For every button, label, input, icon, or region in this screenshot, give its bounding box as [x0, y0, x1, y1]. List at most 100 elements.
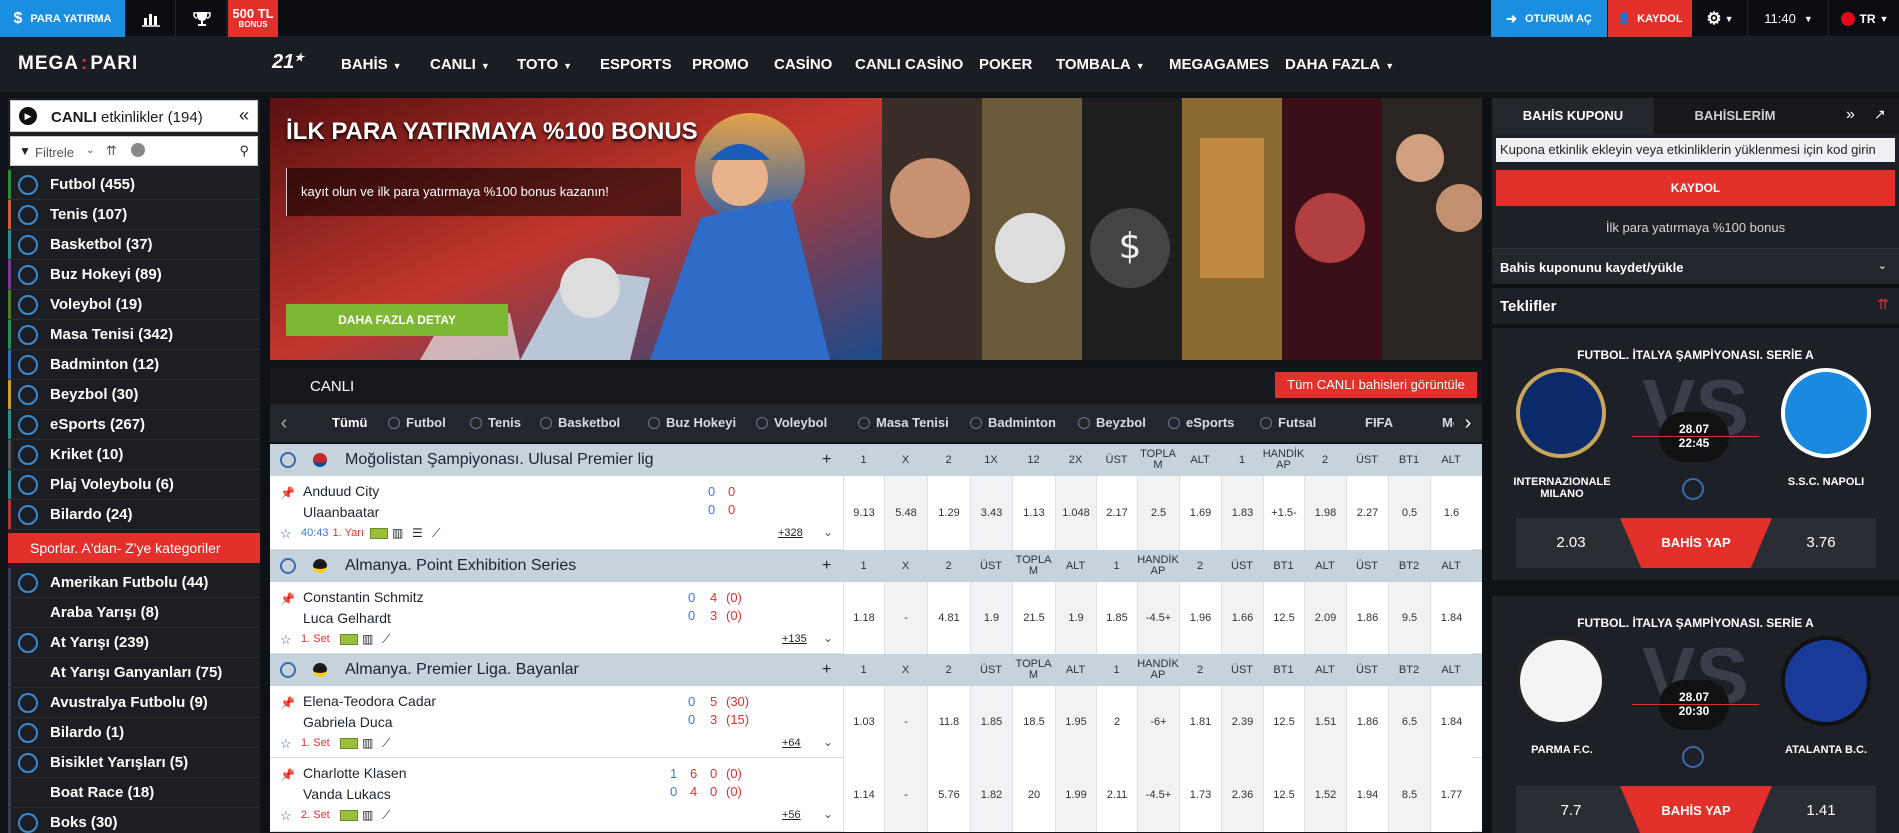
league-expand-plus[interactable]: +: [822, 661, 831, 679]
odds-cell[interactable]: -4.5+: [1137, 582, 1179, 654]
odds-cell[interactable]: 1.98: [1304, 476, 1346, 550]
odds-cell[interactable]: 1.18: [843, 582, 884, 654]
odds-cell[interactable]: 1.51: [1304, 686, 1346, 758]
odds-cell[interactable]: 1.85: [1096, 582, 1137, 654]
sidebar-sport-item[interactable]: Buz Hokeyi (89): [8, 260, 260, 290]
filter-icon[interactable]: ▼: [19, 144, 31, 158]
coupon-register-button[interactable]: KAYDOL: [1496, 170, 1895, 206]
odds-cell[interactable]: 1.66: [1221, 582, 1263, 654]
trend-icon[interactable]: ⟋: [382, 736, 390, 751]
pin-icon[interactable]: 📌: [280, 592, 295, 606]
favorite-star-icon[interactable]: ☆: [280, 808, 292, 824]
sidebar-sport-item[interactable]: Beyzbol (30): [8, 380, 260, 410]
collapse-icon[interactable]: «: [239, 105, 249, 126]
sidebar-sport-item[interactable]: Amerikan Futbolu (44): [8, 568, 260, 598]
settings-button[interactable]: ⚙ ▼: [1693, 0, 1748, 37]
nav-tombala[interactable]: TOMBALA ▼: [1056, 37, 1145, 92]
odds-cell[interactable]: 1.13: [1012, 476, 1055, 550]
pin-icon[interactable]: 📌: [280, 696, 295, 710]
sidebar-sport-item[interactable]: Boks (30): [8, 808, 260, 833]
sidebar-sport-item[interactable]: Tenis (107): [8, 200, 260, 230]
league-header[interactable]: Moğolistan Şampiyonası. Ulusal Premier l…: [270, 444, 1482, 476]
odds-cell[interactable]: 1.77: [1430, 758, 1472, 832]
league-expand-plus[interactable]: +: [822, 557, 831, 575]
tab-my-bets[interactable]: BAHİSLERİM: [1654, 98, 1816, 134]
save-load-coupon[interactable]: Bahis kuponunu kaydet/yükle ⌄: [1492, 248, 1899, 284]
sidebar-sport-item[interactable]: Araba Yarışı (8): [8, 598, 260, 628]
match-row[interactable]: 📌 Charlotte Klasen Vanda Lukacs 1 6 0 (0) 0 4 0 (0…: [270, 758, 1482, 832]
odds-cell[interactable]: 21.5: [1012, 582, 1055, 654]
match-row[interactable]: 📌 Anduud City Ulaanbaatar 0 0 0 0 ☆ 40:43 1. Yarı…: [270, 476, 1482, 550]
trend-icon[interactable]: ⟋: [382, 808, 390, 823]
nav-canli-casino[interactable]: CANLI CASİNO: [855, 37, 963, 92]
odds-cell[interactable]: 12.5: [1263, 582, 1304, 654]
sport-tab[interactable]: eSports: [1168, 404, 1234, 442]
sidebar-sport-item[interactable]: Boat Race (18): [8, 778, 260, 808]
odds-cell[interactable]: 1.94: [1346, 758, 1388, 832]
odds-cell[interactable]: 1.86: [1346, 686, 1388, 758]
register-button[interactable]: 👤 KAYDOL: [1608, 0, 1692, 37]
chevron-down-icon[interactable]: ⌄: [823, 735, 833, 749]
offer-odd-2[interactable]: 3.76: [1766, 518, 1876, 568]
more-markets-link[interactable]: +328: [778, 527, 803, 539]
expand-icon[interactable]: »: [1846, 106, 1855, 124]
field-icon[interactable]: [340, 634, 358, 645]
favorite-star-icon[interactable]: ☆: [280, 632, 292, 648]
odds-cell[interactable]: -: [884, 582, 927, 654]
field-icon[interactable]: [340, 738, 358, 749]
coupon-code-input[interactable]: Kupona etkinlik ekleyin veya etkinlikler…: [1496, 138, 1895, 162]
sidebar-sport-item[interactable]: eSports (267): [8, 410, 260, 440]
sport-tab[interactable]: Basketbol: [540, 404, 620, 442]
sport-tab[interactable]: Tenis: [470, 404, 521, 442]
more-markets-link[interactable]: +64: [782, 737, 801, 749]
more-markets-link[interactable]: +56: [782, 809, 801, 821]
nav-daha-fazla[interactable]: DAHA FAZLA ▼: [1285, 37, 1394, 92]
nav-poker[interactable]: POKER: [979, 37, 1032, 92]
pin-icon[interactable]: 📌: [280, 486, 295, 500]
odds-cell[interactable]: 5.48: [884, 476, 927, 550]
odds-cell[interactable]: 2.27: [1346, 476, 1388, 550]
match-row[interactable]: 📌 Constantin Schmitz Luca Gelhardt 0 4 (0) 0 3 (…: [270, 582, 1482, 654]
more-markets-link[interactable]: +135: [782, 633, 807, 645]
nav-esports[interactable]: ESPORTS: [600, 37, 672, 92]
sport-tab[interactable]: Beyzbol: [1078, 404, 1146, 442]
login-button[interactable]: ➜ OTURUM AÇ: [1491, 0, 1607, 37]
21-badge[interactable]: 21★: [272, 51, 304, 74]
sidebar-sport-item[interactable]: Bilardo (24): [8, 500, 260, 530]
double-chevron-up-icon[interactable]: ⇈: [106, 143, 117, 159]
match-row[interactable]: 📌 Elena-Teodora Cadar Gabriela Duca 0 5 (30) 0…: [270, 686, 1482, 758]
chevron-down-icon[interactable]: ⌄: [823, 525, 833, 539]
chevron-down-icon[interactable]: ⌄: [86, 145, 94, 156]
nav-casino[interactable]: CASİNO: [774, 37, 832, 92]
stats-icon[interactable]: ▥: [362, 632, 373, 646]
sidebar-sport-item[interactable]: Futbol (455): [8, 170, 260, 200]
nav-megagames[interactable]: MEGAGAMES: [1169, 37, 1269, 92]
odds-cell[interactable]: 1.29: [927, 476, 970, 550]
odds-cell[interactable]: 2.39: [1221, 686, 1263, 758]
tabs-next-arrow[interactable]: ›: [1454, 404, 1482, 442]
offer-odd-1[interactable]: 7.7: [1516, 786, 1626, 833]
sidebar-sport-item[interactable]: At Yarışı (239): [8, 628, 260, 658]
promo-banner[interactable]: $ İLK PARA YATIRMAYA %100 BONUS kayıt ol…: [270, 98, 1482, 360]
sport-tab[interactable]: Futbol: [388, 404, 446, 442]
odds-cell[interactable]: 8.5: [1388, 758, 1430, 832]
odds-cell[interactable]: 1.84: [1430, 582, 1472, 654]
odds-cell[interactable]: 9.13: [843, 476, 884, 550]
odds-cell[interactable]: 1.6: [1430, 476, 1472, 550]
tab-bet-slip[interactable]: BAHİS KUPONU: [1492, 98, 1654, 134]
sidebar-sport-item[interactable]: Plaj Voleybolu (6): [8, 470, 260, 500]
odds-cell[interactable]: 4.81: [927, 582, 970, 654]
nav-promo[interactable]: PROMO: [692, 37, 749, 92]
logo[interactable]: MEGA: PARI: [18, 53, 138, 75]
stats-icon[interactable]: ▥: [362, 736, 373, 750]
sidebar-sport-item[interactable]: Basketbol (37): [8, 230, 260, 260]
sidebar-sport-item[interactable]: Bisiklet Yarışları (5): [8, 748, 260, 778]
odds-cell[interactable]: 1.69: [1179, 476, 1221, 550]
odds-cell[interactable]: 1.86: [1346, 582, 1388, 654]
odds-cell[interactable]: 1.03: [843, 686, 884, 758]
odds-cell[interactable]: 1.99: [1055, 758, 1096, 832]
odds-cell[interactable]: 1.81: [1179, 686, 1221, 758]
language-dropdown[interactable]: TR ▼: [1830, 0, 1899, 37]
stats-icon[interactable]: ▥: [362, 808, 373, 822]
field-icon[interactable]: [340, 810, 358, 821]
